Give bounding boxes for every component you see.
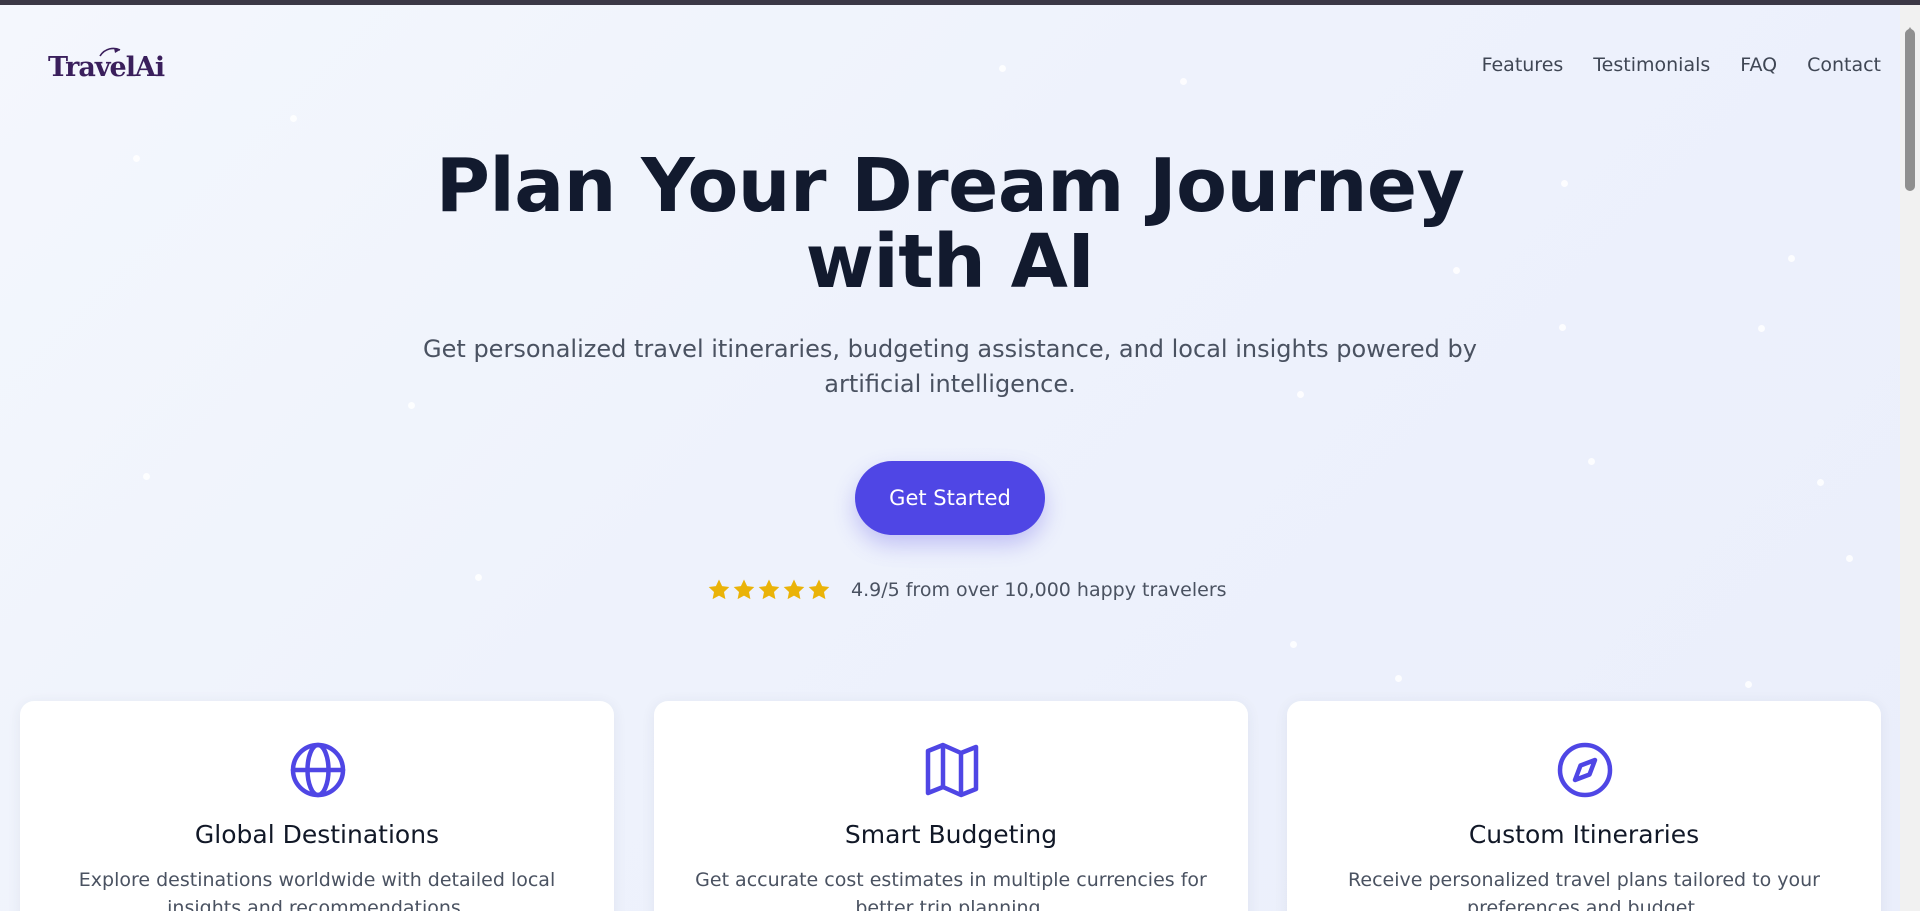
map-icon [925,742,979,798]
landing-page: TravelAi Features Testimonials FAQ Conta… [0,5,1900,911]
star-icon [808,579,830,600]
nav-faq[interactable]: FAQ [1740,54,1777,76]
airplane-icon [99,47,121,57]
feature-card-custom-itineraries: Custom Itineraries Receive personalized … [1287,701,1881,911]
feature-card-global-destinations: Global Destinations Explore destinations… [20,701,614,911]
hero-title: Plan Your Dream Journey with AI [435,143,1465,305]
star-icon [708,579,730,600]
scrollbar-thumb[interactable] [1905,29,1915,191]
feature-description: Get accurate cost estimates in multiple … [695,869,1207,911]
star-icon [758,579,780,600]
nav-contact[interactable]: Contact [1807,54,1881,76]
nav-testimonials[interactable]: Testimonials [1593,54,1710,76]
feature-description: Explore destinations worldwide with deta… [78,869,556,911]
rating-stars [707,578,831,602]
nav-features[interactable]: Features [1482,54,1564,76]
travelai-logo[interactable]: TravelAi [48,47,165,83]
hero-subtitle: Get personalized travel itineraries, bud… [423,335,1477,398]
globe-icon [290,742,346,798]
star-icon [733,579,755,600]
feature-title: Global Destinations [194,820,440,849]
feature-card-smart-budgeting: Smart Budgeting Get accurate cost estima… [654,701,1248,911]
feature-title: Custom Itineraries [1468,820,1700,849]
page-scrollbar[interactable] [1900,5,1920,911]
star-icon [783,579,805,600]
rating-text: 4.9/5 from over 10,000 happy travelers [851,579,1227,601]
get-started-button[interactable]: Get Started [855,461,1045,535]
rating-summary: 4.9/5 from over 10,000 happy travelers [707,578,1227,602]
feature-title: Smart Budgeting [844,820,1058,849]
main-nav: Features Testimonials FAQ Contact [1482,54,1881,76]
compass-icon [1557,742,1613,798]
feature-description: Receive personalized travel plans tailor… [1348,869,1820,911]
